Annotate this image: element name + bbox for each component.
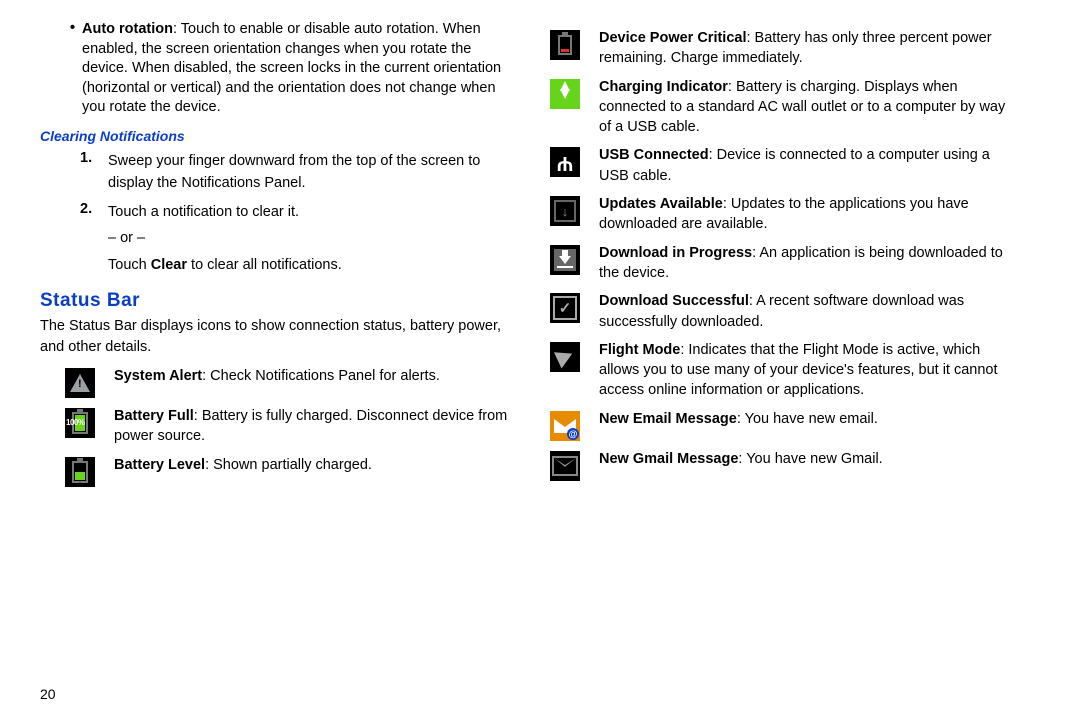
download-progress-icon bbox=[545, 243, 585, 275]
bullet-dot: • bbox=[70, 20, 82, 118]
battery-level-icon bbox=[60, 455, 100, 487]
charging-icon bbox=[545, 77, 585, 109]
updates-available-icon: ↓ bbox=[545, 194, 585, 226]
right-column: Device Power Critical: Battery has only … bbox=[525, 20, 1010, 710]
left-column: • Auto rotation: Touch to enable or disa… bbox=[40, 20, 525, 710]
status-icon-flight-mode: Flight Mode: Indicates that the Flight M… bbox=[545, 340, 1010, 401]
download-successful-icon: ✓ bbox=[545, 291, 585, 323]
page-number: 20 bbox=[40, 686, 56, 702]
auto-rotation-label: Auto rotation bbox=[82, 21, 173, 37]
status-icon-system-alert: System Alert: Check Notifications Panel … bbox=[40, 366, 515, 398]
step-2a: Touch a notification to clear it. bbox=[108, 201, 515, 223]
step-2b: Touch Clear to clear all notifications. bbox=[108, 254, 515, 276]
step-body: Touch a notification to clear it. – or –… bbox=[108, 201, 515, 276]
system-alert-icon bbox=[60, 366, 100, 398]
power-critical-icon bbox=[545, 28, 585, 60]
step-body: Sweep your finger downward from the top … bbox=[108, 150, 515, 195]
step-2-or: – or – bbox=[108, 227, 515, 249]
step-1: 1. Sweep your finger downward from the t… bbox=[80, 150, 515, 195]
bullet-auto-rotation: • Auto rotation: Touch to enable or disa… bbox=[70, 20, 515, 118]
battery-full-icon: 100% bbox=[60, 406, 100, 438]
usb-icon bbox=[545, 145, 585, 177]
status-icon-battery-level: Battery Level: Shown partially charged. bbox=[40, 455, 515, 487]
flight-mode-icon bbox=[545, 340, 585, 372]
status-icon-battery-full: 100% Battery Full: Battery is fully char… bbox=[40, 406, 515, 447]
status-icon-power-critical: Device Power Critical: Battery has only … bbox=[545, 28, 1010, 69]
status-icon-charging: Charging Indicator: Battery is charging.… bbox=[545, 77, 1010, 138]
status-bar-paragraph: The Status Bar displays icons to show co… bbox=[40, 316, 515, 358]
status-icon-updates-available: ↓ Updates Available: Updates to the appl… bbox=[545, 194, 1010, 235]
status-icon-usb: USB Connected: Device is connected to a … bbox=[545, 145, 1010, 186]
new-gmail-icon bbox=[545, 449, 585, 481]
status-icon-new-gmail: New Gmail Message: You have new Gmail. bbox=[545, 449, 1010, 481]
status-icon-new-email: @ New Email Message: You have new email. bbox=[545, 409, 1010, 441]
clearing-notifications-heading: Clearing Notifications bbox=[40, 128, 515, 144]
manual-page: • Auto rotation: Touch to enable or disa… bbox=[0, 0, 1080, 720]
new-email-icon: @ bbox=[545, 409, 585, 441]
status-icon-download-successful: ✓ Download Successful: A recent software… bbox=[545, 291, 1010, 332]
step-2: 2. Touch a notification to clear it. – o… bbox=[80, 201, 515, 276]
status-bar-heading: Status Bar bbox=[40, 290, 515, 312]
status-icon-download-progress: Download in Progress: An application is … bbox=[545, 243, 1010, 284]
step-number: 1. bbox=[80, 150, 108, 195]
bullet-text: Auto rotation: Touch to enable or disabl… bbox=[82, 20, 515, 118]
step-number: 2. bbox=[80, 201, 108, 276]
